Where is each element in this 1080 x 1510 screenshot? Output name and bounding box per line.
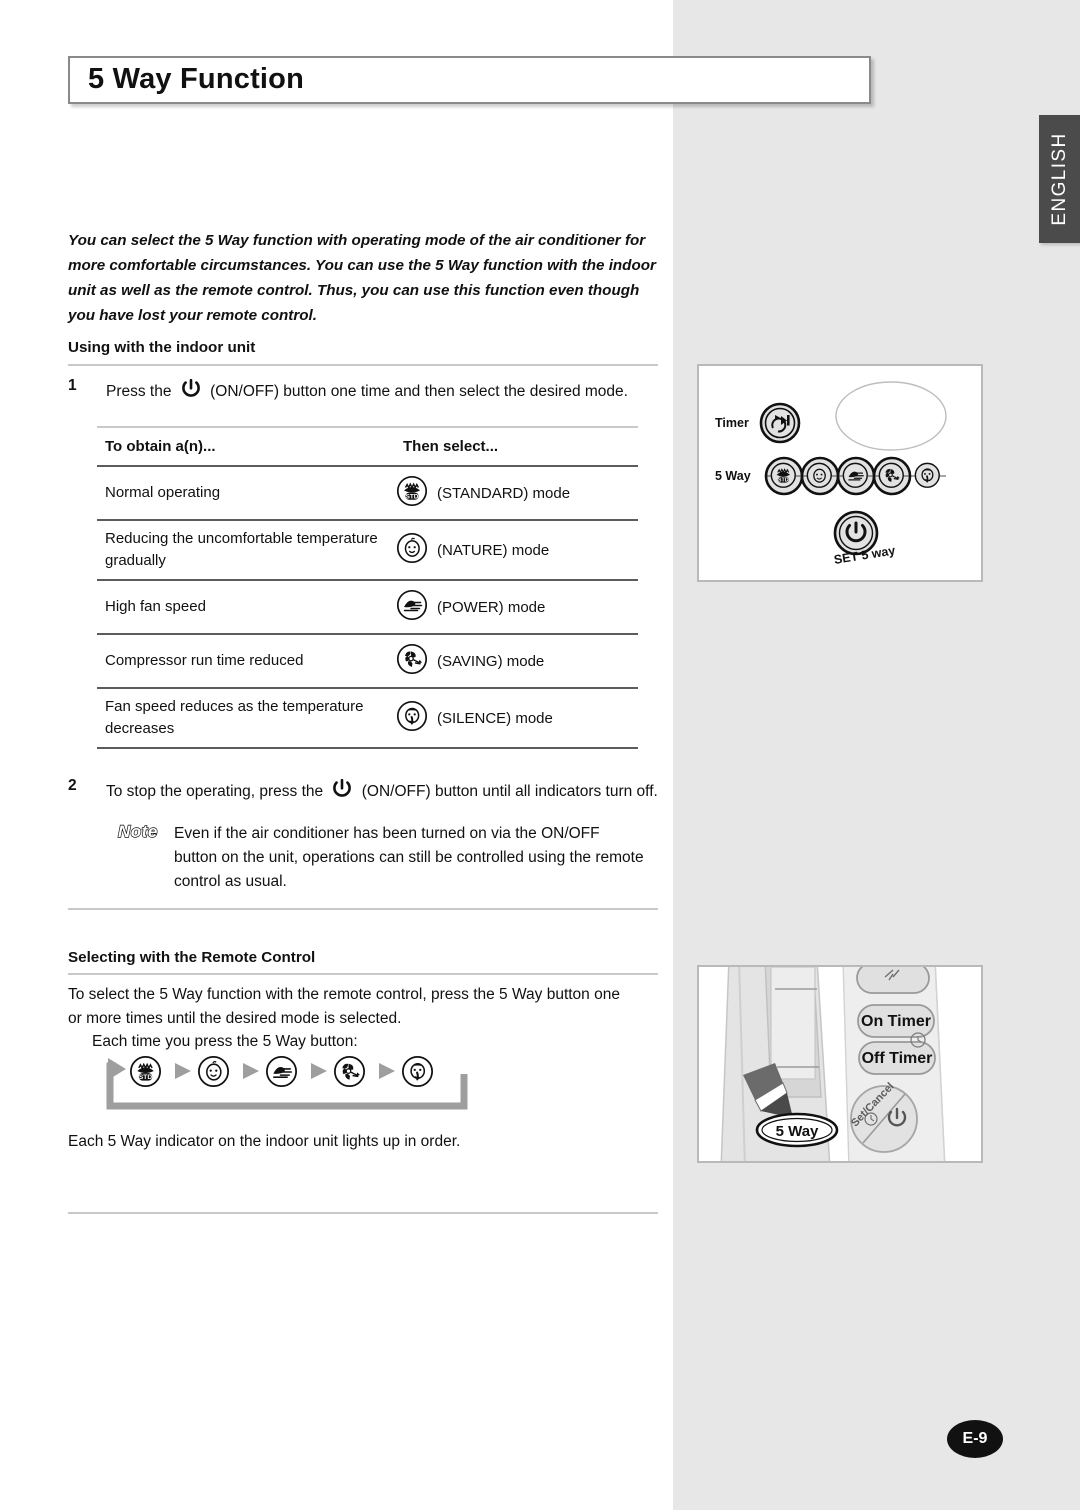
step-1-text-before: Press the (106, 383, 172, 400)
step-2-text-before: To stop the operating, press the (106, 783, 324, 800)
language-tab-label: ENGLISH (1048, 132, 1070, 226)
svg-text:STD: STD (139, 1074, 152, 1081)
heading-rule-1 (68, 364, 658, 366)
table-cell-mode: (SAVING) mode (395, 642, 638, 680)
table-cell-description: High fan speed (105, 598, 206, 615)
page-title-box: 5 Way Function (68, 56, 871, 104)
silence-mode-icon (395, 699, 429, 737)
figure-label-five-way: 5 Way (715, 469, 751, 483)
table-bottom-rule (97, 747, 638, 749)
power-on-off-icon (330, 777, 354, 809)
step-1-text-after: (ON/OFF) button one time and then select… (210, 383, 628, 400)
table-cell-description: Fan speed reduces as the temperature dec… (105, 698, 364, 737)
table-header-row: To obtain a(n)... Then select... (97, 432, 638, 465)
language-tab-english: ENGLISH (1039, 115, 1080, 243)
page-root: ENGLISH 5 Way Function You can select th… (0, 0, 1080, 1510)
table-row: Fan speed reduces as the temperature dec… (97, 687, 638, 747)
figure-remote-control: On Timer Off Timer 5 Way Set/Cancel (697, 965, 983, 1163)
table-cell-description: Reducing the uncomfortable temperature g… (105, 530, 378, 569)
mode-label: (NATURE) mode (437, 541, 550, 559)
note-text: Even if the air conditioner has been tur… (174, 825, 644, 890)
table-cell-mode: STD (STANDARD) mode (395, 474, 638, 512)
step-2-text-after: (ON/OFF) button until all indicators tur… (361, 783, 658, 800)
heading-using-indoor-unit: Using with the indoor unit (68, 339, 256, 356)
order-text: Each 5 Way indicator on the indoor unit … (68, 1133, 461, 1150)
step-1-body: Press the (ON/OFF) button one time and t… (106, 377, 658, 409)
table-row: Compressor run time reduced (SAVING) mod… (97, 633, 638, 687)
table-row: Reducing the uncomfortable temperature g… (97, 519, 638, 579)
mode-cycle-flow-diagram: STD (102, 1052, 477, 1114)
page-white-area-top (0, 0, 673, 57)
figure-label-five-way-button-text: 5 Way (776, 1123, 819, 1140)
saving-mode-icon (395, 642, 429, 680)
table-row: Normal operating STD (STANDARD) mode (97, 465, 638, 519)
table-top-rule (97, 426, 638, 428)
mode-label: (POWER) mode (437, 598, 546, 616)
step-2-body: To stop the operating, press the (ON/OFF… (106, 777, 658, 809)
section-divider-2 (68, 1212, 658, 1214)
standard-mode-icon: STD (395, 474, 429, 512)
power-mode-icon (395, 588, 429, 626)
page-number-badge: E-9 (947, 1420, 1003, 1458)
step-1-number: 1 (68, 377, 77, 394)
nature-mode-icon (395, 531, 429, 569)
figure-indoor-unit-panel: STD Timer 5 Way SET 5 way (697, 364, 983, 582)
each-press-label: Each time you press the 5 Way button: (92, 1033, 358, 1050)
heading-rule-2 (68, 973, 658, 975)
table-cell-mode: (POWER) mode (395, 588, 638, 626)
step-2-number: 2 (68, 777, 77, 794)
page-title: 5 Way Function (88, 62, 305, 95)
note-badge: Note (117, 821, 158, 841)
table-row: High fan speed (POWER) mode (97, 579, 638, 633)
table-header-select: Then select... (403, 438, 499, 455)
power-on-off-icon (179, 377, 203, 409)
figure-label-on-timer-text: On Timer (861, 1013, 931, 1030)
remote-paragraph: To select the 5 Way function with the re… (68, 986, 620, 1027)
intro-paragraph: You can select the 5 Way function with o… (68, 232, 656, 324)
figure-label-off-timer-text: Off Timer (862, 1050, 933, 1067)
table-cell-mode: (SILENCE) mode (395, 699, 638, 737)
heading-remote-control: Selecting with the Remote Control (68, 949, 316, 966)
figure-label-timer: Timer (715, 416, 749, 430)
mode-label: (STANDARD) mode (437, 484, 571, 502)
section-divider-1 (68, 908, 658, 910)
svg-text:STD: STD (778, 477, 789, 483)
mode-label: (SILENCE) mode (437, 709, 553, 727)
mode-label: (SAVING) mode (437, 652, 545, 670)
table-cell-description: Normal operating (105, 484, 221, 501)
svg-text:STD: STD (406, 493, 419, 500)
table-header-obtain: To obtain a(n)... (105, 438, 216, 455)
table-cell-mode: (NATURE) mode (395, 531, 638, 569)
table-cell-description: Compressor run time reduced (105, 652, 304, 669)
mode-selection-table: To obtain a(n)... Then select... Normal … (97, 426, 638, 749)
